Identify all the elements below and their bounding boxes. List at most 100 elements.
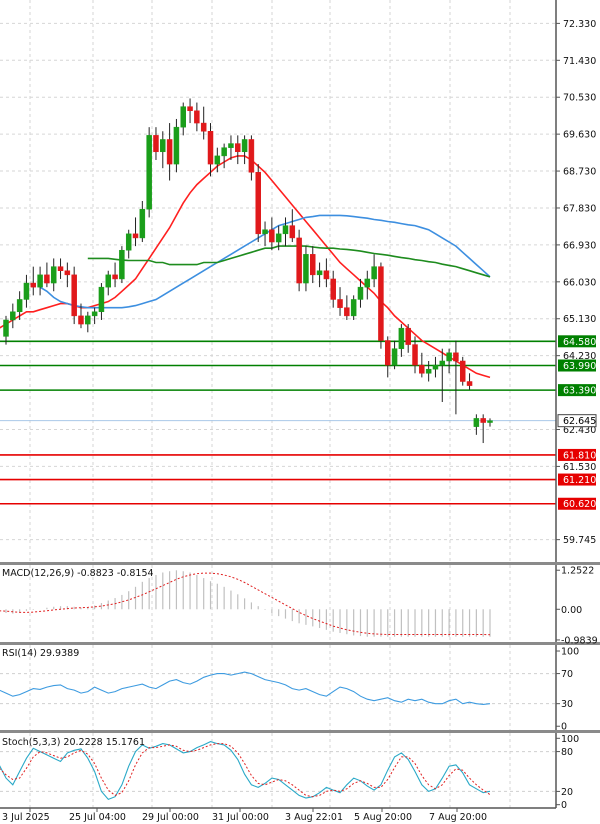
time-tick-label: 25 Jul 04:00: [69, 812, 126, 823]
price-tick-label: 66.030: [563, 277, 596, 288]
candle-body: [255, 172, 261, 235]
candle-body: [364, 278, 371, 288]
candle-body: [378, 266, 384, 341]
candle-body: [78, 315, 84, 325]
price-tick-label: 68.730: [563, 167, 596, 178]
candle-body: [235, 143, 241, 153]
candle-body: [10, 311, 16, 321]
candle-body: [241, 139, 248, 153]
candle-body: [344, 307, 350, 317]
level-price-tag-label: 63.390: [563, 386, 596, 397]
candle-body: [187, 106, 193, 112]
indicator-tick-label: 80: [561, 747, 573, 758]
rsi-label: RSI(14) 29.9389: [2, 648, 79, 659]
candle-body: [316, 270, 323, 276]
candle-body: [310, 254, 316, 276]
candle-body: [357, 286, 364, 300]
rsi-panel: [0, 671, 556, 705]
candle-body: [466, 381, 473, 386]
rsi-line: [0, 671, 491, 705]
price-tick-label: 67.830: [563, 203, 596, 214]
candlestick-series: [3, 98, 493, 444]
moving-average-line: [0, 155, 491, 379]
price-tick-label: 70.530: [563, 93, 596, 104]
candle-body: [173, 126, 180, 165]
candle-body: [398, 327, 405, 349]
candle-body: [473, 418, 480, 427]
panel-divider: [0, 562, 600, 565]
price-tick-label: 66.930: [563, 240, 596, 251]
indicator-tick-label: 70: [561, 669, 573, 680]
candle-body: [30, 282, 37, 288]
candle-body: [16, 299, 23, 313]
price-tick-label: 61.530: [563, 462, 596, 473]
indicator-tick-label: 30: [561, 699, 573, 710]
candle-body: [85, 315, 91, 325]
current-price-tag-label: 62.645: [563, 416, 596, 427]
price-tick-label: 65.130: [563, 314, 596, 325]
candle-body: [432, 364, 439, 370]
level-price-tag-label: 60.620: [563, 499, 596, 510]
candle-body: [64, 270, 71, 276]
indicator-tick-label: 1.2522: [561, 566, 594, 577]
candle-body: [487, 420, 493, 423]
candle-body: [289, 225, 296, 239]
stoch-label: Stoch(5,3,3) 20.2228 15.1761: [2, 737, 145, 748]
candle-body: [112, 274, 118, 280]
moving-average-line: [87, 245, 491, 278]
indicator-tick-label: 0.00: [561, 605, 582, 616]
time-tick-label: 31 Jul 00:00: [212, 812, 269, 823]
candle-body: [459, 360, 466, 382]
candle-body: [105, 274, 112, 288]
indicator-tick-label: 20: [561, 787, 573, 798]
time-tick-label: 3 Jul 2025: [2, 812, 50, 823]
candle-body: [91, 311, 98, 317]
candle-body: [166, 139, 173, 165]
candle-body: [139, 208, 146, 239]
candle-body: [180, 106, 186, 128]
forex-chart[interactable]: 72.330 71.430 70.530 69.630 68.730 67.830 66.9…: [0, 0, 600, 824]
candle-body: [371, 266, 377, 280]
candle-body: [37, 274, 43, 288]
time-tick-label: 29 Jul 00:00: [142, 812, 199, 823]
candle-body: [207, 131, 214, 165]
moving-average-lines: [0, 155, 491, 379]
indicator-tick-label: 100: [561, 647, 579, 658]
level-price-tag-label: 64.580: [563, 337, 596, 348]
macd-panel: [0, 570, 491, 637]
panel-divider: [0, 730, 600, 733]
candle-body: [275, 233, 282, 243]
candle-body: [132, 233, 139, 239]
candle-body: [248, 139, 255, 173]
candle-body: [412, 344, 418, 366]
candle-body: [44, 274, 50, 284]
candle-body: [350, 299, 357, 317]
price-tick-label: 72.330: [563, 19, 596, 30]
candle-body: [405, 327, 411, 345]
candle-body: [23, 282, 30, 300]
candle-body: [439, 360, 446, 366]
candle-body: [98, 286, 105, 313]
candle-body: [337, 299, 343, 308]
candle-body: [453, 352, 459, 362]
candle-body: [146, 135, 152, 210]
price-tick-label: 71.430: [563, 56, 596, 67]
indicator-labels: MACD(12,26,9) -0.8823 -0.8154 RSI(14) 29.…: [2, 568, 154, 748]
level-price-tag-label: 63.990: [563, 361, 596, 372]
candle-body: [57, 266, 64, 271]
candle-body: [480, 418, 486, 423]
candle-body: [391, 348, 398, 366]
time-tick-label: 5 Aug 20:00: [354, 812, 412, 823]
macd-label: MACD(12,26,9) -0.8823 -0.8154: [2, 568, 154, 579]
level-price-tag-label: 61.210: [563, 475, 596, 486]
time-axis: 3 Jul 2025 25 Jul 04:00 29 Jul 00:00 31 Jul…: [2, 808, 487, 823]
candle-body: [425, 368, 432, 374]
candle-body: [330, 278, 336, 300]
candle-body: [119, 249, 125, 280]
candle-body: [323, 270, 330, 280]
candle-body: [160, 139, 166, 153]
candle-body: [446, 352, 452, 362]
candle-body: [3, 319, 9, 337]
candle-body: [303, 254, 309, 284]
candle-body: [228, 143, 234, 148]
